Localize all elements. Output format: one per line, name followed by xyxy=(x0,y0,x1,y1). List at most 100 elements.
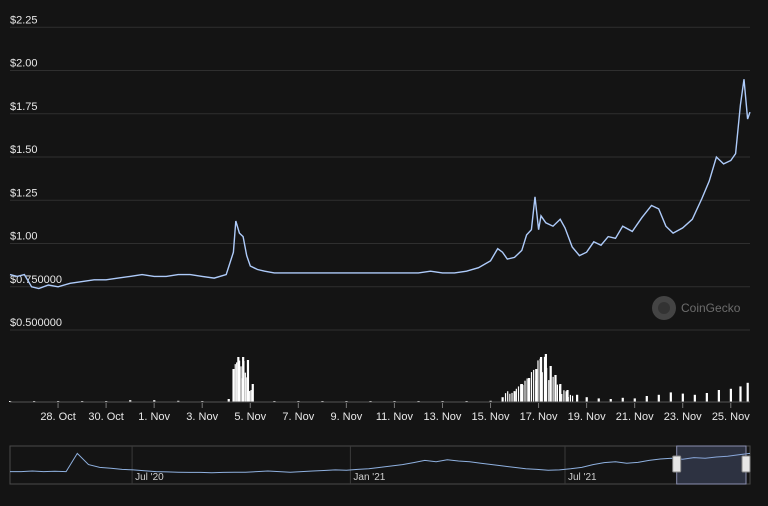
volume-bar xyxy=(576,394,579,402)
volume-series xyxy=(9,354,750,403)
volume-bar xyxy=(251,384,254,402)
x-tick-label: 5. Nov xyxy=(234,411,266,423)
volume-bar xyxy=(717,390,720,402)
volume-bar xyxy=(552,376,554,402)
volume-bar xyxy=(234,364,236,402)
coingecko-logo-inner-icon xyxy=(658,302,670,314)
volume-bar xyxy=(236,362,238,402)
volume-bar xyxy=(232,369,235,402)
volume-bar xyxy=(524,380,526,402)
volume-bar xyxy=(556,384,559,402)
y-tick-label: $1.50 xyxy=(10,144,38,156)
price-chart: $2.25$2.00$1.75$1.50$1.25$1.00$0.750000$… xyxy=(9,14,751,485)
x-tick-label: 3. Nov xyxy=(186,411,218,423)
navigator-handle[interactable] xyxy=(672,455,682,473)
volume-bar xyxy=(250,389,252,402)
volume-bar xyxy=(561,393,563,402)
volume-bar xyxy=(243,361,245,402)
volume-bar xyxy=(645,396,648,402)
volume-bar xyxy=(504,393,507,402)
volume-bar xyxy=(244,372,246,402)
x-tick-label: 1. Nov xyxy=(138,411,170,423)
volume-bar xyxy=(539,358,541,402)
y-tick-label: $2.00 xyxy=(10,58,38,70)
x-tick-label: 23. Nov xyxy=(664,411,702,423)
volume-bar xyxy=(522,385,524,402)
volume-bar xyxy=(729,388,732,402)
navigator-label: Jul '20 xyxy=(135,472,164,483)
x-tick-label: 30. Oct xyxy=(88,411,123,423)
volume-bar xyxy=(241,378,244,402)
range-navigator[interactable]: Jul '20 Jan '21 Jul '21 xyxy=(9,445,751,485)
volume-bar xyxy=(541,372,543,402)
volume-bar xyxy=(537,360,539,402)
volume-bar xyxy=(693,394,696,402)
navigator-label: Jul '21 xyxy=(568,472,597,483)
x-tick-label: 19. Nov xyxy=(568,411,606,423)
grid xyxy=(10,26,750,331)
volume-bar xyxy=(585,397,588,402)
volume-bar xyxy=(513,391,515,402)
volume-bar xyxy=(511,392,513,402)
volume-bar xyxy=(249,390,251,402)
x-axis: 28. Oct 30. Oct 1. Nov 3. Nov 5. Nov 7. Nov 9.… xyxy=(40,403,750,423)
y-axis: $2.25$2.00$1.75$1.50$1.25$1.00$0.750000$… xyxy=(10,14,62,329)
x-tick-label: 15. Nov xyxy=(472,411,510,423)
y-tick-label: $0.500000 xyxy=(10,317,62,329)
volume-bar xyxy=(533,369,535,402)
volume-bar xyxy=(657,394,660,402)
volume-bar xyxy=(543,356,546,402)
x-tick-label: 28. Oct xyxy=(40,411,75,423)
volume-bar xyxy=(569,394,572,402)
x-tick-label: 13. Nov xyxy=(424,411,462,423)
volume-bar xyxy=(535,380,537,402)
navigator-handle[interactable] xyxy=(741,455,751,473)
volume-bar xyxy=(509,393,511,402)
volume-bar xyxy=(681,393,684,402)
volume-bar xyxy=(567,396,569,402)
volume-bar xyxy=(237,379,239,402)
volume-bar xyxy=(546,367,548,402)
volume-bar xyxy=(238,360,241,402)
volume-bar xyxy=(515,388,517,402)
x-tick-label: 7. Nov xyxy=(282,411,314,423)
volume-bar xyxy=(246,377,248,402)
volume-bar xyxy=(739,386,742,402)
x-tick-label: 9. Nov xyxy=(330,411,362,423)
volume-bar xyxy=(565,391,567,402)
volume-bar xyxy=(240,366,242,402)
navigator-label: Jan '21 xyxy=(353,472,385,483)
x-tick-label: 25. Nov xyxy=(712,411,750,423)
volume-bar xyxy=(528,385,530,402)
volume-bar xyxy=(526,378,528,402)
price-line xyxy=(9,79,751,290)
volume-bar xyxy=(530,372,533,402)
volume-bar xyxy=(563,390,565,402)
volume-bar xyxy=(633,398,636,402)
navigator-line xyxy=(10,452,751,474)
navigator-selection xyxy=(676,445,747,485)
volume-bar xyxy=(550,367,552,402)
volume-bar xyxy=(621,397,624,402)
volume-bar xyxy=(507,391,509,402)
y-tick-label: $1.25 xyxy=(10,187,38,199)
volume-bar xyxy=(501,397,504,402)
volume-bar xyxy=(669,392,672,402)
volume-bar xyxy=(597,398,600,402)
watermark: CoinGecko xyxy=(652,296,741,320)
price-series xyxy=(9,79,751,290)
y-tick-label: $1.75 xyxy=(10,101,38,113)
volume-bar xyxy=(247,360,249,402)
volume-bar xyxy=(558,385,561,402)
volume-bar xyxy=(705,393,708,402)
volume-bar xyxy=(520,384,522,402)
x-tick-label: 17. Nov xyxy=(520,411,558,423)
volume-bar xyxy=(746,382,749,402)
y-tick-label: $1.00 xyxy=(10,231,38,243)
x-tick-label: 21. Nov xyxy=(616,411,654,423)
volume-bar xyxy=(554,384,556,402)
watermark-brand: CoinGecko xyxy=(681,301,741,315)
volume-bar xyxy=(571,395,574,402)
y-tick-label: $2.25 xyxy=(10,14,38,26)
volume-bar xyxy=(548,380,550,402)
